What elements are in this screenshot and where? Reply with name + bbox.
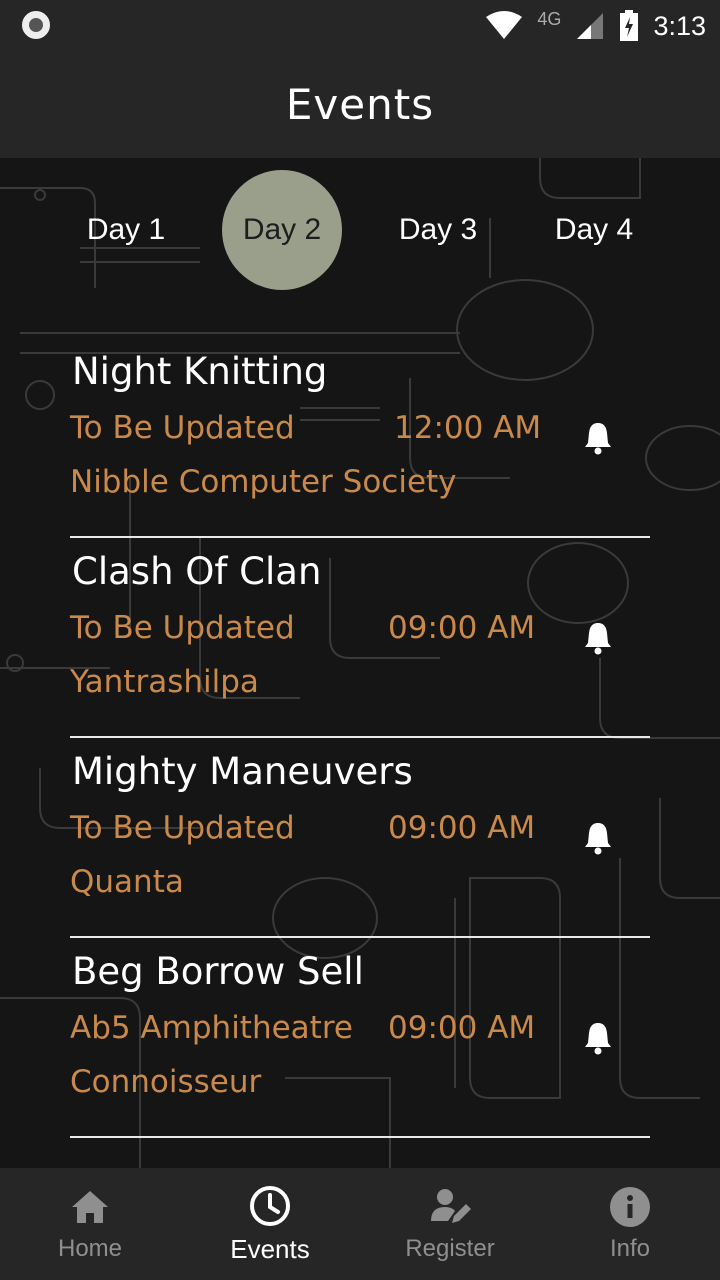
event-time: 09:00 AM [388, 810, 536, 846]
event-club: Connoisseur [70, 1064, 262, 1100]
clock-time: 3:13 [653, 10, 706, 41]
day-tabs: Day 1 Day 2 Day 3 Day 4 [0, 170, 720, 290]
home-icon [72, 1191, 108, 1223]
bell-icon[interactable] [582, 621, 614, 655]
nav-info[interactable]: Info [540, 1168, 720, 1280]
wifi-icon [486, 11, 523, 39]
event-title: Clash Of Clan [72, 550, 322, 593]
event-club: Quanta [70, 864, 184, 900]
status-bar: 4G 3:13 [0, 0, 720, 50]
event-venue: Ab5 Amphitheatre [70, 1010, 353, 1046]
bell-icon[interactable] [582, 421, 614, 455]
bell-icon[interactable] [582, 821, 614, 855]
info-icon [610, 1187, 650, 1227]
tab-day-3[interactable]: Day 3 [378, 170, 498, 290]
event-club: Nibble Computer Society [70, 464, 457, 500]
events-content[interactable]: Day 1 Day 2 Day 3 Day 4 Night Knitting T… [0, 158, 720, 1168]
nav-home-label: Home [57, 1235, 123, 1262]
tab-day-2[interactable]: Day 2 [222, 170, 342, 290]
event-time: 09:00 AM [388, 610, 536, 646]
page-title: Events [285, 79, 435, 129]
tab-day-2-label: Day 2 [242, 213, 322, 246]
clock-icon [250, 1185, 290, 1226]
event-item-mighty-maneuvers[interactable]: Mighty Maneuvers To Be Updated 09:00 AM … [70, 738, 650, 938]
tab-day-4[interactable]: Day 4 [534, 170, 654, 290]
event-item-beg-borrow-sell[interactable]: Beg Borrow Sell Ab5 Amphitheatre 09:00 A… [70, 938, 650, 1138]
app-bar: Events [0, 50, 720, 158]
event-title: Mighty Maneuvers [72, 750, 413, 793]
tab-day-4-label: Day 4 [554, 213, 634, 246]
event-venue: To Be Updated [70, 610, 295, 646]
nav-events[interactable]: Events [180, 1168, 360, 1280]
signal-icon [577, 13, 604, 39]
nav-register[interactable]: Register [360, 1168, 540, 1280]
status-icons: 4G 3:13 [485, 6, 706, 46]
event-venue: To Be Updated [70, 810, 295, 846]
register-icon [431, 1189, 471, 1223]
nav-events-label: Events [230, 1233, 310, 1264]
event-list: Night Knitting To Be Updated 12:00 AM Ni… [70, 338, 650, 1138]
event-venue: To Be Updated [70, 410, 295, 446]
network-type: 4G [537, 8, 562, 29]
bottom-navigation: Home Events Register Info [0, 1168, 720, 1280]
screen-record-icon [22, 11, 50, 39]
event-time: 12:00 AM [394, 410, 542, 446]
bell-icon[interactable] [582, 1021, 614, 1055]
event-time: 09:00 AM [388, 1010, 536, 1046]
tab-day-1[interactable]: Day 1 [66, 170, 186, 290]
event-item-night-knitting[interactable]: Night Knitting To Be Updated 12:00 AM Ni… [70, 338, 650, 538]
event-title: Night Knitting [72, 350, 328, 393]
nav-home[interactable]: Home [0, 1168, 180, 1280]
tab-day-3-label: Day 3 [398, 213, 478, 246]
nav-info-label: Info [609, 1235, 651, 1262]
tab-day-1-label: Day 1 [86, 213, 166, 246]
event-title: Beg Borrow Sell [72, 950, 364, 993]
event-item-clash-of-clan[interactable]: Clash Of Clan To Be Updated 09:00 AM Yan… [70, 538, 650, 738]
event-club: Yantrashilpa [70, 664, 259, 700]
nav-register-label: Register [405, 1235, 495, 1262]
battery-icon [620, 10, 639, 41]
